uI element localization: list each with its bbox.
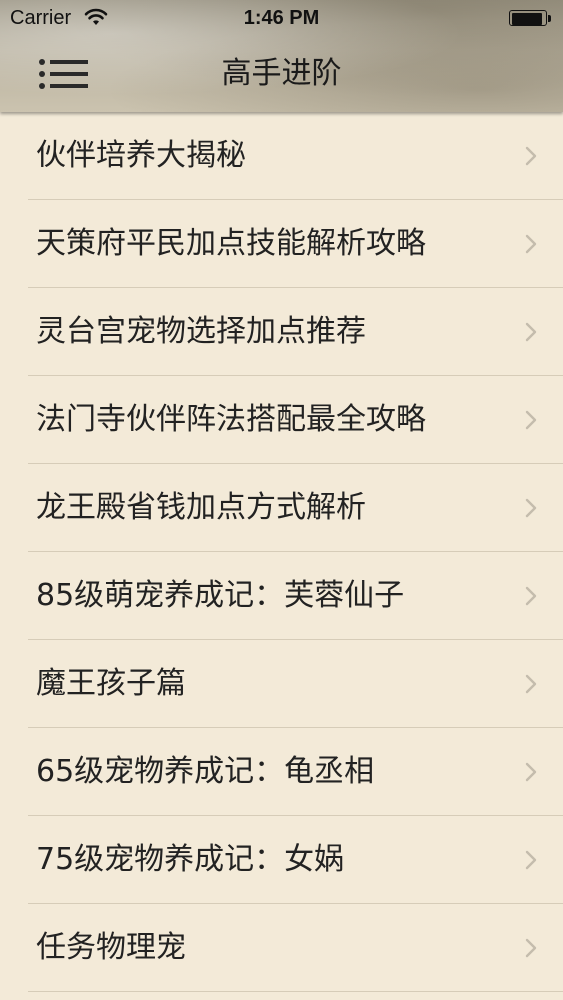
list-item-label: 65级宠物养成记：龟丞相 bbox=[36, 754, 375, 789]
clock-time: 1:46 PM bbox=[243, 7, 320, 29]
list-item-label: 魔王孩子篇 bbox=[36, 666, 186, 701]
battery-fill bbox=[512, 13, 542, 25]
list-item[interactable]: 魔王孩子篇 bbox=[0, 640, 563, 728]
list-item-label: 灵台宫宠物选择加点推荐 bbox=[36, 314, 366, 349]
chevron-right-icon bbox=[525, 410, 537, 430]
list-item-label: 85级萌宠养成记：芙蓉仙子 bbox=[36, 578, 405, 613]
list-item[interactable]: 龙王殿省钱加点方式解析 bbox=[0, 464, 563, 552]
chevron-right-icon bbox=[525, 586, 537, 606]
list-item-label: 法门寺伙伴阵法搭配最全攻略 bbox=[36, 402, 426, 437]
list-item[interactable]: 天策府平民加点技能解析攻略 bbox=[0, 200, 563, 288]
list-item[interactable]: 法门寺伙伴阵法搭配最全攻略 bbox=[0, 376, 563, 464]
chevron-right-icon bbox=[525, 850, 537, 870]
chevron-right-icon bbox=[525, 762, 537, 782]
list-item[interactable]: 75级宠物养成记：女娲 bbox=[0, 816, 563, 904]
page-title: 高手进阶 bbox=[221, 56, 342, 91]
chevron-right-icon bbox=[525, 234, 537, 254]
list-item[interactable]: 85级萌宠养成记：芙蓉仙子 bbox=[0, 552, 563, 640]
chevron-right-icon bbox=[525, 938, 537, 958]
article-list: 伙伴培养大揭秘天策府平民加点技能解析攻略 灵台宫宠物选择加点推荐法门寺伙伴阵法搭配… bbox=[0, 112, 563, 1000]
list-item[interactable]: 灵台宫宠物选择加点推荐 bbox=[0, 288, 563, 376]
list-item[interactable]: 伙伴培养大揭秘 bbox=[0, 112, 563, 200]
chevron-right-icon bbox=[525, 146, 537, 166]
list-item-label: 天策府平民加点技能解析攻略 bbox=[36, 226, 426, 261]
list-item-label: 75级宠物养成记：女娲 bbox=[36, 842, 345, 877]
chevron-right-icon bbox=[525, 498, 537, 518]
battery-body bbox=[509, 10, 547, 26]
list-item[interactable]: 65级宠物养成记：龟丞相 bbox=[0, 728, 563, 816]
battery-tip bbox=[548, 15, 551, 22]
battery-icon bbox=[509, 10, 553, 28]
navigation-header: Carrier 1:46 PM 高手进阶 bbox=[0, 0, 563, 112]
chevron-right-icon bbox=[525, 674, 537, 694]
status-bar: Carrier 1:46 PM bbox=[0, 0, 563, 38]
list-item-label: 龙王殿省钱加点方式解析 bbox=[36, 490, 366, 525]
list-item-label: 伙伴培养大揭秘 bbox=[36, 138, 246, 173]
list-item-label: 任务物理宠 bbox=[36, 930, 186, 965]
list-item[interactable]: 任务物理宠 bbox=[0, 904, 563, 992]
chevron-right-icon bbox=[525, 322, 537, 342]
